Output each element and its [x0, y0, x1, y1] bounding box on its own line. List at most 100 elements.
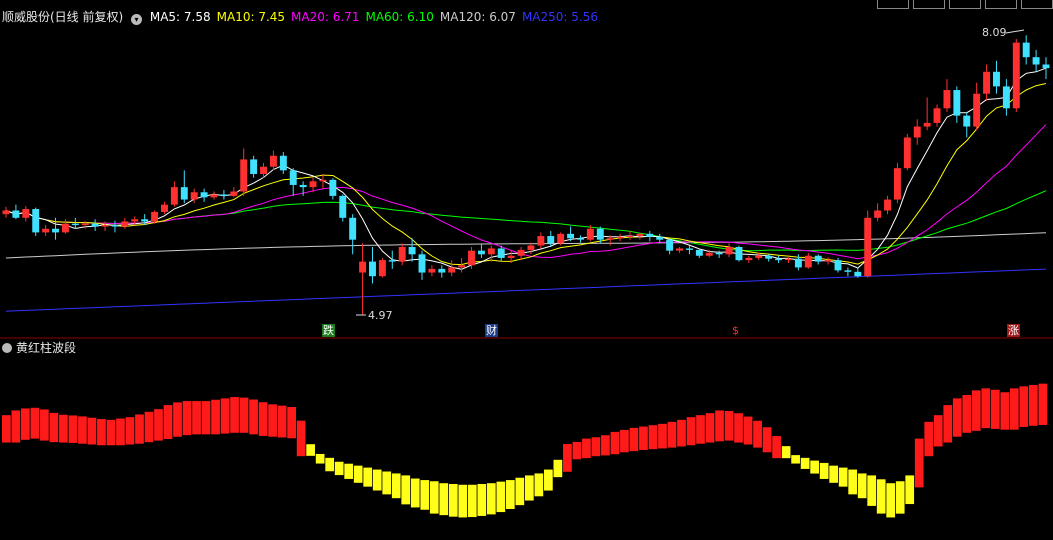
indicator-bar: [68, 415, 78, 443]
indicator-bar: [363, 467, 373, 487]
indicator-bar: [544, 469, 553, 491]
candle-body: [933, 108, 941, 123]
event-marker[interactable]: 跌: [322, 324, 335, 337]
high-arrow: [1005, 29, 1025, 34]
candle-body: [329, 179, 337, 196]
indicator-bar: [372, 469, 382, 491]
indicator-bar: [819, 462, 829, 479]
candle-body: [705, 252, 713, 256]
candle-body: [636, 233, 644, 237]
candle-body: [91, 223, 99, 227]
candle-body: [586, 228, 594, 240]
indicator-bar: [268, 404, 277, 437]
indicator-bar: [591, 437, 601, 457]
indicator-bar: [895, 481, 905, 514]
indicator-bar: [429, 481, 439, 514]
indicator-bar: [135, 414, 144, 444]
candle-body: [943, 90, 951, 109]
event-marker[interactable]: $: [731, 324, 740, 337]
candle-body: [190, 192, 198, 200]
candle-body: [983, 71, 991, 94]
ma10-line: [5, 83, 1047, 266]
candle-body: [893, 168, 901, 200]
candle-body: [111, 225, 119, 227]
candle-body: [200, 192, 208, 198]
indicator-bar: [876, 479, 886, 514]
indicator-bar: [344, 463, 354, 479]
candle-body: [695, 249, 703, 256]
indicator-bar: [734, 413, 743, 443]
indicator-bar: [1038, 383, 1048, 425]
collapse-icon[interactable]: [2, 343, 12, 353]
candle-body: [141, 219, 149, 222]
indicator-bar: [11, 410, 21, 443]
candle-body: [289, 170, 297, 185]
candle-body: [606, 238, 614, 240]
candle-body: [230, 191, 238, 196]
candle-body: [279, 155, 287, 171]
indicator-bar: [962, 395, 972, 433]
candle-body: [240, 159, 248, 192]
candle-body: [309, 181, 317, 188]
indicator-bar: [677, 419, 686, 447]
indicator-bar: [182, 401, 192, 436]
indicator-bar: [724, 411, 734, 441]
indicator-bar: [772, 436, 781, 459]
candle-body: [448, 267, 456, 273]
candle-body: [993, 71, 1000, 87]
candle-body: [854, 271, 862, 277]
candle-body: [180, 187, 188, 200]
indicator-bar: [791, 455, 800, 464]
indicator-bar: [116, 418, 125, 446]
indicator-bar: [458, 484, 468, 518]
candle-body: [131, 219, 139, 222]
indicator-bar: [30, 407, 40, 439]
indicator-bar: [59, 414, 68, 443]
candle-body: [507, 255, 515, 258]
indicator-bar: [315, 453, 325, 464]
indicator-bar: [144, 411, 154, 443]
candle-body: [497, 248, 505, 258]
candle-body: [596, 228, 604, 240]
indicator-bar: [905, 475, 915, 505]
event-marker[interactable]: 财: [485, 324, 498, 337]
indicator-bar: [505, 480, 515, 509]
high-price-label: 8.09: [982, 26, 1007, 39]
indicator-bar: [743, 416, 753, 445]
indicator-bar: [553, 459, 563, 478]
candle-body: [269, 155, 277, 167]
indicator-bar: [21, 408, 30, 440]
candle-body: [864, 217, 872, 277]
candle-body: [656, 236, 664, 240]
indicator-bar: [686, 417, 696, 446]
candle-body: [814, 255, 822, 262]
candle-body: [953, 90, 961, 116]
indicator-bar: [258, 402, 268, 436]
candle-body: [487, 248, 495, 255]
indicator-bar: [439, 483, 449, 516]
indicator-bar: [705, 413, 715, 443]
candle-body: [557, 233, 565, 244]
indicator-bar: [391, 473, 401, 499]
indicator-bar: [572, 441, 582, 460]
candle-body: [1032, 57, 1040, 65]
indicator-bar: [249, 399, 258, 435]
candle-body: [1002, 86, 1010, 109]
candle-body: [408, 247, 416, 255]
event-marker[interactable]: 涨: [1007, 324, 1020, 337]
indicator-bar: [1009, 388, 1019, 430]
indicator-bar: [220, 398, 230, 434]
indicator-bar: [325, 457, 335, 472]
candle-body: [339, 195, 347, 218]
kline-chart[interactable]: [0, 0, 1053, 540]
indicator-bar: [696, 415, 705, 444]
indicator-bar: [848, 469, 858, 495]
candle-body: [359, 261, 367, 273]
indicator-bar: [1019, 386, 1029, 427]
indicator-bar: [933, 415, 943, 447]
indicator-bar: [648, 425, 658, 450]
candle-body: [1022, 42, 1030, 58]
indicator-bar: [2, 415, 11, 443]
candle-body: [151, 211, 159, 222]
candle-body: [874, 210, 882, 218]
